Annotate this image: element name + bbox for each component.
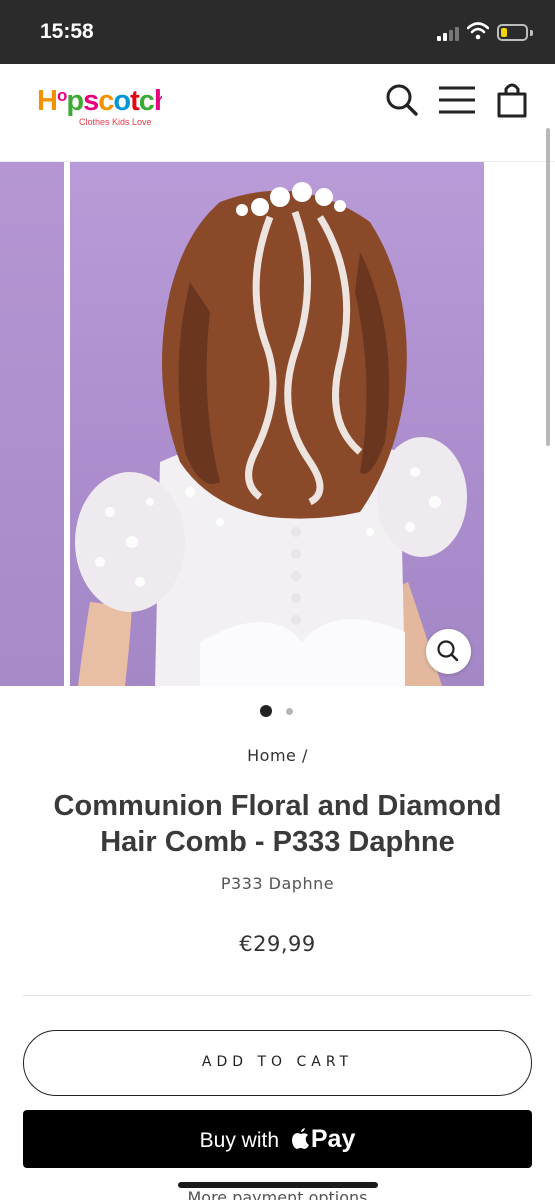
page-scrollbar[interactable] <box>546 128 550 446</box>
apple-pay-button[interactable]: Buy with Pay <box>23 1110 532 1168</box>
product-price: €29,99 <box>239 932 316 956</box>
signal-icon <box>437 26 459 41</box>
site-header: Hopscotch Clothes Kids Love <box>0 64 555 162</box>
hopscotch-logo[interactable]: Hopscotch Clothes Kids Love <box>37 82 172 128</box>
home-indicator <box>178 1182 378 1188</box>
logo-wordmark: Hopscotch Clothes Kids Love <box>37 85 172 127</box>
pagination-dot[interactable] <box>286 708 293 715</box>
product-sku: P333 Daphne <box>220 874 335 893</box>
status-bar: 15:58 <box>0 0 555 64</box>
zoom-icon <box>437 640 459 662</box>
product-image-gallery[interactable] <box>0 162 555 686</box>
product-image[interactable] <box>70 162 484 686</box>
add-to-cart-button[interactable]: ADD TO CART <box>23 1030 532 1096</box>
battery-icon <box>497 24 528 41</box>
menu-icon[interactable] <box>438 82 476 118</box>
zoom-button[interactable] <box>426 629 471 674</box>
more-payment-options-link[interactable]: More payment options <box>0 1188 555 1200</box>
previous-slide-image[interactable] <box>0 162 64 686</box>
buy-with-label: Buy with <box>199 1129 280 1152</box>
apple-icon <box>291 1128 309 1149</box>
search-icon[interactable] <box>385 82 419 118</box>
status-time: 15:58 <box>40 20 94 43</box>
wifi-icon <box>467 22 489 40</box>
cart-icon[interactable] <box>496 82 528 118</box>
pagination-dot-active[interactable] <box>260 705 272 717</box>
svg-text:Clothes Kids Love: Clothes Kids Love <box>79 117 152 127</box>
gallery-pagination <box>0 705 555 719</box>
breadcrumb[interactable]: Home / <box>0 746 555 765</box>
product-title: Communion Floral and Diamond Hair Comb -… <box>53 790 502 858</box>
svg-text:Hopscotch: Hopscotch <box>37 85 162 117</box>
divider <box>23 995 532 996</box>
pay-label: Pay <box>310 1125 356 1153</box>
girl-hair-comb-photo <box>75 182 467 686</box>
